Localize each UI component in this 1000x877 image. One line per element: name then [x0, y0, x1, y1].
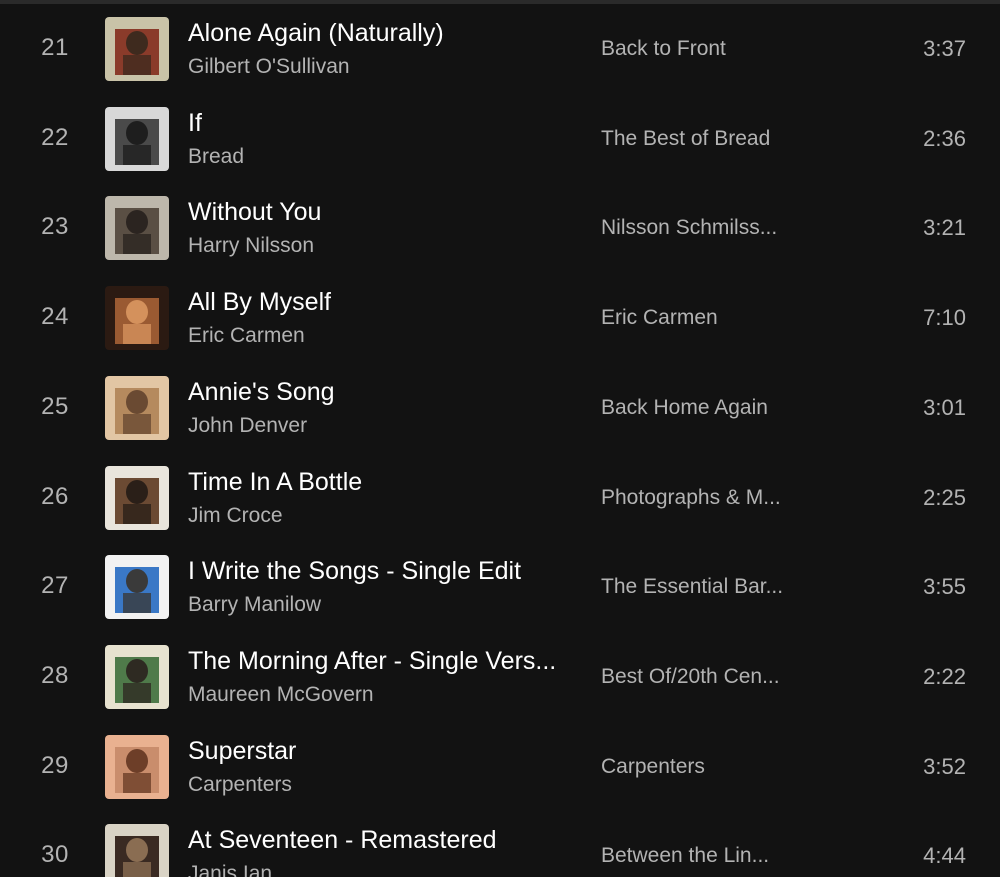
- track-title[interactable]: I Write the Songs - Single Edit: [188, 557, 521, 586]
- track-artist[interactable]: Harry Nilsson: [188, 234, 314, 258]
- track-album[interactable]: The Essential Bar...: [601, 575, 783, 599]
- track-title[interactable]: Time In A Bottle: [188, 468, 362, 497]
- album-cover[interactable]: [105, 375, 169, 440]
- track-number: 23: [41, 213, 69, 241]
- track-album[interactable]: Best Of/20th Cen...: [601, 665, 780, 689]
- track-number: 21: [41, 34, 69, 61]
- track-album[interactable]: Photographs & M...: [601, 486, 781, 510]
- track-number: 30: [41, 841, 69, 869]
- track-album[interactable]: Eric Carmen: [601, 306, 718, 330]
- album-cover[interactable]: [105, 465, 169, 530]
- track-row[interactable]: 28 The Morning After - Single Vers... Maur…: [0, 631, 1000, 721]
- track-artist[interactable]: Gilbert O'Sullivan: [188, 55, 350, 79]
- track-title[interactable]: The Morning After - Single Vers...: [188, 647, 556, 676]
- track-duration: 4:44: [923, 843, 966, 869]
- track-artist[interactable]: Jim Croce: [188, 504, 283, 528]
- track-duration: 7:10: [923, 305, 966, 331]
- track-title[interactable]: Annie's Song: [188, 378, 335, 407]
- track-duration: 3:52: [923, 753, 966, 779]
- track-artist[interactable]: John Denver: [188, 414, 307, 438]
- track-title[interactable]: At Seventeen - Remastered: [188, 826, 497, 855]
- track-artist[interactable]: Eric Carmen: [188, 324, 305, 348]
- track-row[interactable]: 29 Superstar Carpenters Carpenters 3:52: [0, 721, 1000, 811]
- album-cover[interactable]: [105, 196, 169, 261]
- track-album[interactable]: Back to Front: [601, 37, 726, 61]
- track-duration: 2:36: [923, 125, 966, 151]
- track-row[interactable]: 24 All By Myself Eric Carmen Eric Carmen 7:1…: [0, 272, 1000, 362]
- track-artist[interactable]: Carpenters: [188, 773, 292, 797]
- track-album[interactable]: Carpenters: [601, 755, 705, 779]
- track-row[interactable]: 25 Annie's Song John Denver Back Home Again…: [0, 362, 1000, 452]
- album-cover[interactable]: [105, 106, 169, 171]
- track-row[interactable]: 26 Time In A Bottle Jim Croce Photographs &…: [0, 452, 1000, 542]
- album-cover[interactable]: [105, 734, 169, 799]
- track-duration: 3:21: [923, 215, 966, 241]
- track-row[interactable]: 23 Without You Harry Nilsson Nilsson Schmil…: [0, 182, 1000, 272]
- track-album[interactable]: Back Home Again: [601, 396, 768, 420]
- track-artist[interactable]: Barry Manilow: [188, 593, 321, 617]
- album-cover[interactable]: [105, 555, 169, 620]
- track-number: 29: [41, 751, 69, 779]
- track-album[interactable]: The Best of Bread: [601, 127, 770, 151]
- track-artist[interactable]: Maureen McGovern: [188, 683, 374, 707]
- track-album[interactable]: Nilsson Schmilss...: [601, 216, 777, 240]
- track-number: 25: [41, 392, 69, 420]
- track-number: 26: [41, 482, 69, 510]
- album-cover[interactable]: [105, 17, 169, 81]
- track-number: 27: [41, 572, 69, 600]
- album-cover[interactable]: [105, 286, 169, 351]
- track-duration: 3:01: [923, 394, 966, 420]
- track-duration: 2:25: [923, 484, 966, 510]
- track-duration: 3:55: [923, 574, 966, 600]
- track-row[interactable]: 22 If Bread The Best of Bread 2:36: [0, 93, 1000, 183]
- track-artist[interactable]: Janis Ian: [188, 862, 272, 877]
- track-album[interactable]: Between the Lin...: [601, 844, 769, 868]
- track-row[interactable]: 27 I Write the Songs - Single Edit Barry M…: [0, 541, 1000, 631]
- track-title[interactable]: Alone Again (Naturally): [188, 19, 444, 48]
- track-title[interactable]: Without You: [188, 198, 321, 227]
- track-duration: 3:37: [923, 36, 966, 61]
- album-cover[interactable]: [105, 644, 169, 709]
- track-duration: 2:22: [923, 663, 966, 689]
- track-row[interactable]: 30 At Seventeen - Remastered Janis Ian Betw…: [0, 810, 1000, 877]
- track-title[interactable]: All By Myself: [188, 288, 331, 317]
- album-cover[interactable]: [105, 824, 169, 877]
- track-title[interactable]: If: [188, 109, 202, 138]
- track-number: 24: [41, 303, 69, 331]
- track-title[interactable]: Superstar: [188, 737, 296, 766]
- track-row[interactable]: 21 Alone Again (Naturally) Gilbert O'Sulli…: [0, 3, 1000, 93]
- track-number: 22: [41, 123, 69, 151]
- track-number: 28: [41, 661, 69, 689]
- track-artist[interactable]: Bread: [188, 145, 244, 169]
